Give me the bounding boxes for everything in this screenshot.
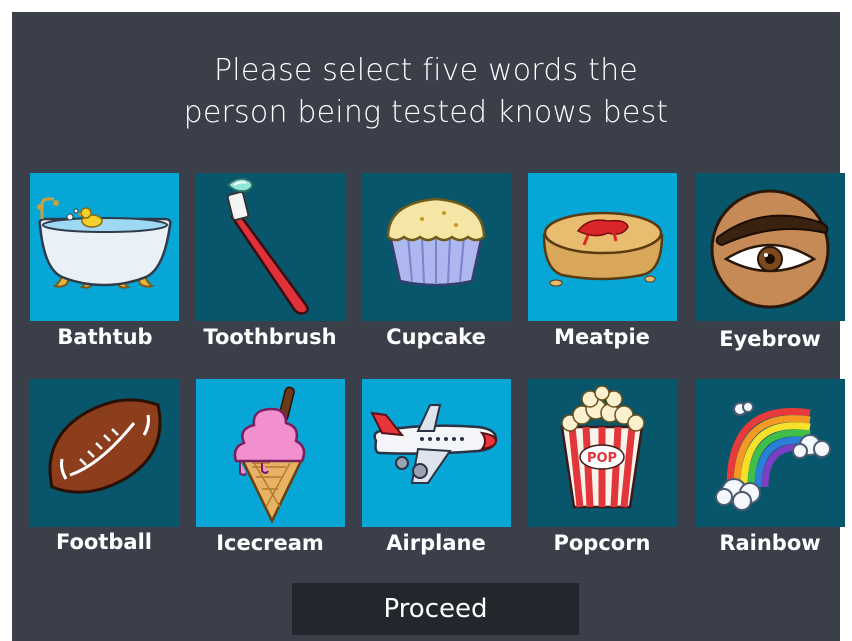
icecream-icon bbox=[233, 386, 306, 524]
word-tile-meatpie[interactable] bbox=[528, 173, 677, 321]
popcorn-icon: POP bbox=[560, 385, 645, 509]
bathtub-icon bbox=[37, 197, 172, 289]
instruction-line-2: person being tested knows best bbox=[183, 95, 669, 130]
proceed-button[interactable]: Proceed bbox=[292, 583, 579, 635]
word-label-airplane: Airplane bbox=[386, 531, 486, 555]
word-tile-eyebrow[interactable] bbox=[696, 173, 845, 321]
word-label-icecream: Icecream bbox=[216, 531, 324, 555]
word-label-popcorn: Popcorn bbox=[553, 531, 651, 555]
cupcake-icon bbox=[386, 197, 486, 287]
word-label-meatpie: Meatpie bbox=[554, 325, 650, 349]
word-label-cupcake: Cupcake bbox=[386, 325, 486, 349]
word-label-rainbow: Rainbow bbox=[719, 531, 821, 555]
airplane-icon bbox=[370, 404, 498, 484]
word-label-toothbrush: Toothbrush bbox=[203, 325, 337, 349]
word-tile-cupcake[interactable] bbox=[362, 173, 511, 321]
word-tile-toothbrush[interactable] bbox=[196, 173, 345, 321]
svg-text:POP: POP bbox=[587, 451, 617, 466]
meatpie-icon bbox=[542, 211, 664, 287]
word-tile-football[interactable] bbox=[30, 379, 179, 527]
instruction-line-1: Please select five words the bbox=[214, 53, 638, 88]
eyebrow-icon bbox=[710, 189, 830, 309]
football-icon bbox=[48, 398, 162, 494]
rainbow-icon bbox=[715, 401, 831, 511]
word-label-football: Football bbox=[56, 530, 152, 554]
word-label-bathtub: Bathtub bbox=[57, 325, 153, 349]
word-tile-rainbow[interactable] bbox=[696, 379, 845, 527]
word-tile-airplane[interactable] bbox=[362, 379, 511, 527]
word-tile-icecream[interactable] bbox=[196, 379, 345, 527]
word-label-eyebrow: Eyebrow bbox=[719, 327, 821, 351]
instruction-title: Please select five words the person bein… bbox=[12, 50, 840, 134]
word-tile-bathtub[interactable] bbox=[30, 173, 179, 321]
word-tile-popcorn[interactable]: POP bbox=[528, 379, 677, 527]
toothbrush-icon bbox=[226, 177, 309, 315]
